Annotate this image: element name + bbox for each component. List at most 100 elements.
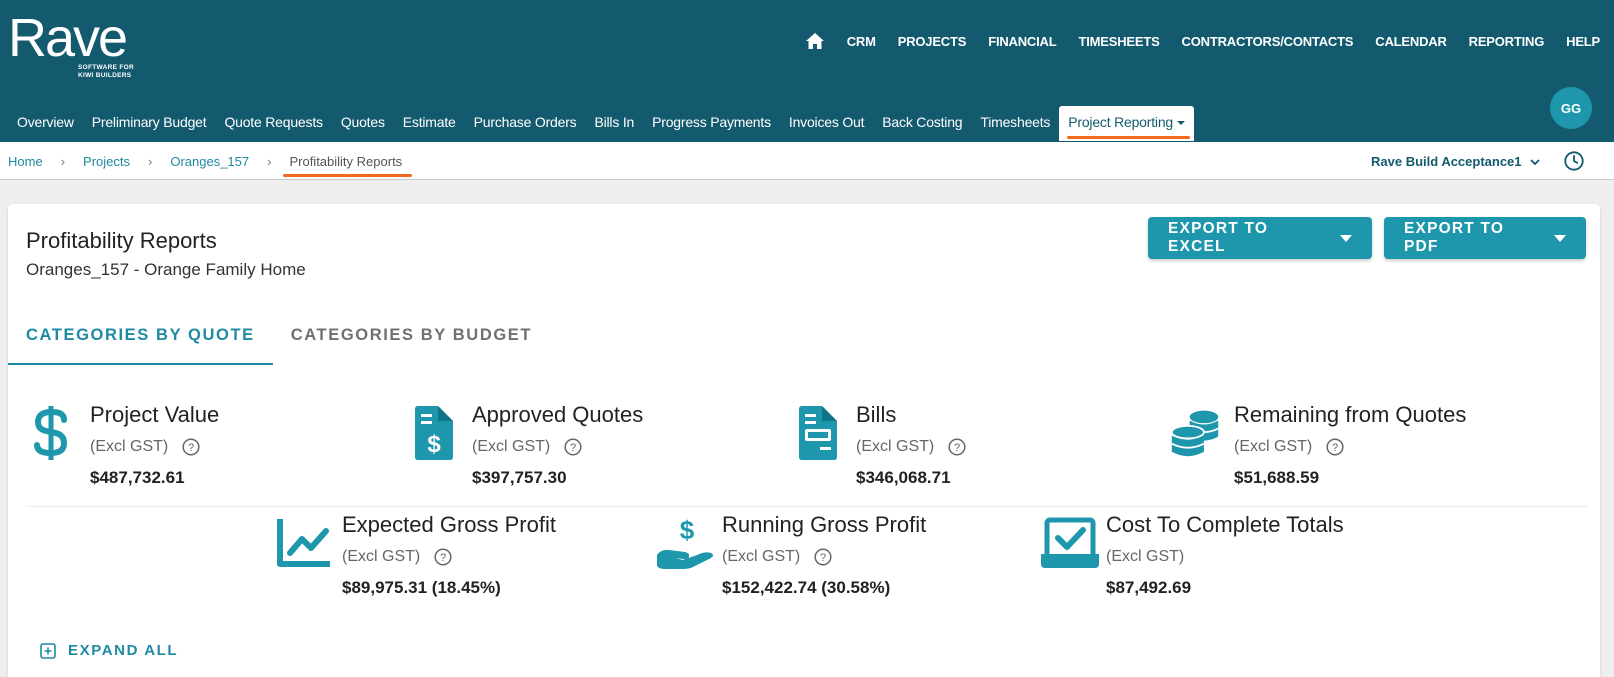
breadcrumb-home[interactable]: Home bbox=[8, 154, 43, 169]
svg-text:?: ? bbox=[570, 442, 576, 454]
tab-estimate[interactable]: Estimate bbox=[394, 106, 465, 141]
tab-project-reporting-label: Project Reporting bbox=[1068, 114, 1173, 130]
kpi-divider bbox=[26, 506, 1588, 507]
tab-timesheets[interactable]: Timesheets bbox=[971, 106, 1059, 141]
breadcrumb-projects[interactable]: Projects bbox=[83, 154, 130, 169]
kpi-title: Remaining from Quotes bbox=[1234, 402, 1467, 427]
breadcrumb: Home › Projects › Oranges_157 › Profitab… bbox=[8, 154, 412, 177]
company-selector[interactable]: Rave Build Acceptance1 bbox=[1371, 154, 1540, 169]
help-circle-icon[interactable]: ? bbox=[814, 548, 832, 566]
nav-timesheets[interactable]: TIMESHEETS bbox=[1078, 34, 1159, 49]
svg-text:?: ? bbox=[1332, 442, 1338, 454]
expand-all-button[interactable]: EXPAND ALL bbox=[40, 642, 178, 659]
nav-reporting[interactable]: REPORTING bbox=[1469, 34, 1545, 49]
logo-wordmark: Rave bbox=[8, 8, 128, 68]
nav-calendar[interactable]: CALENDAR bbox=[1375, 34, 1447, 49]
bill-document-icon bbox=[799, 406, 837, 460]
report-card: Profitability Reports Oranges_157 - Oran… bbox=[8, 204, 1600, 677]
kpi-project-value: Project Value (Excl GST) ? $487,732.61 bbox=[26, 402, 219, 488]
tab-overview[interactable]: Overview bbox=[8, 106, 83, 141]
kpi-subtitle: (Excl GST) bbox=[1234, 438, 1313, 455]
svg-text:$: $ bbox=[427, 431, 441, 458]
kpi-subtitle: (Excl GST) bbox=[1106, 548, 1185, 565]
kpi-value: $89,975.31 (18.45%) bbox=[342, 578, 501, 597]
clock-icon[interactable] bbox=[1563, 150, 1585, 172]
nav-contractors-contacts[interactable]: CONTRACTORS/CONTACTS bbox=[1182, 34, 1354, 49]
help-circle-icon[interactable]: ? bbox=[182, 438, 200, 456]
help-circle-icon[interactable]: ? bbox=[948, 438, 966, 456]
tab-invoices-out[interactable]: Invoices Out bbox=[780, 106, 873, 141]
export-pdf-button[interactable]: EXPORT TO PDF bbox=[1384, 217, 1586, 259]
tab-bills-in[interactable]: Bills In bbox=[585, 106, 643, 141]
nav-projects[interactable]: PROJECTS bbox=[898, 34, 967, 49]
plus-square-icon bbox=[40, 642, 56, 659]
tab-project-reporting[interactable]: Project Reporting bbox=[1059, 106, 1194, 141]
kpi-value: $87,492.69 bbox=[1106, 578, 1192, 597]
tab-categories-by-quote[interactable]: CATEGORIES BY QUOTE bbox=[8, 314, 273, 365]
kpi-title: Running Gross Profit bbox=[722, 512, 927, 537]
line-chart-icon bbox=[277, 519, 330, 567]
kpi-subtitle: (Excl GST) bbox=[856, 438, 935, 455]
nav-crm[interactable]: CRM bbox=[847, 34, 876, 49]
caret-down-icon bbox=[1554, 234, 1566, 242]
nav-financial[interactable]: FINANCIAL bbox=[988, 34, 1056, 49]
chevron-right-icon: › bbox=[267, 154, 272, 169]
home-icon[interactable] bbox=[805, 32, 825, 50]
kpi-value: $51,688.59 bbox=[1234, 468, 1320, 487]
kpi-title: Approved Quotes bbox=[472, 402, 644, 427]
svg-text:?: ? bbox=[820, 552, 826, 564]
kpi-remaining-from-quotes: Remaining from Quotes (Excl GST) ? $51,6… bbox=[1170, 402, 1466, 488]
chevron-right-icon: › bbox=[60, 154, 66, 169]
kpi-value: $487,732.61 bbox=[90, 468, 185, 487]
tab-preliminary-budget[interactable]: Preliminary Budget bbox=[83, 106, 216, 141]
kpi-value: $152,422.74 (30.58%) bbox=[722, 578, 891, 597]
report-tabs: CATEGORIES BY QUOTE CATEGORIES BY BUDGET bbox=[8, 314, 550, 365]
kpi-approved-quotes: $ Approved Quotes (Excl GST) ? $397,757.… bbox=[408, 402, 643, 488]
kpi-subtitle: (Excl GST) bbox=[342, 548, 421, 565]
export-pdf-label: EXPORT TO PDF bbox=[1404, 220, 1505, 255]
export-excel-button[interactable]: EXPORT TO EXCEL bbox=[1148, 217, 1372, 259]
user-avatar[interactable]: GG bbox=[1550, 87, 1592, 129]
tab-back-costing[interactable]: Back Costing bbox=[873, 106, 971, 141]
hand-dollar-icon: $ bbox=[657, 515, 713, 569]
chevron-down-icon bbox=[1529, 158, 1540, 165]
coins-icon bbox=[1170, 410, 1219, 457]
main-nav: CRM PROJECTS FINANCIAL TIMESHEETS CONTRA… bbox=[805, 32, 1600, 50]
invoice-dollar-icon: $ bbox=[415, 406, 453, 460]
checkbox-tray-icon bbox=[1041, 517, 1099, 568]
project-subtitle: Oranges_157 - Orange Family Home bbox=[26, 260, 306, 279]
kpi-bills: Bills (Excl GST) ? $346,068.71 bbox=[792, 402, 966, 488]
kpi-subtitle: (Excl GST) bbox=[722, 548, 801, 565]
tab-quote-requests[interactable]: Quote Requests bbox=[215, 106, 331, 141]
kpi-title: Cost To Complete Totals bbox=[1106, 512, 1344, 537]
tab-progress-payments[interactable]: Progress Payments bbox=[643, 106, 780, 141]
project-subnav: Overview Preliminary Budget Quote Reques… bbox=[8, 106, 1194, 141]
breadcrumb-project[interactable]: Oranges_157 bbox=[170, 154, 249, 169]
help-circle-icon[interactable]: ? bbox=[434, 548, 452, 566]
kpi-title: Expected Gross Profit bbox=[342, 512, 556, 537]
rave-logo[interactable]: Rave SOFTWARE FOR KIWI BUILDERS bbox=[8, 8, 134, 79]
kpi-running-gross-profit: $ Running Gross Profit (Excl GST) ? $152… bbox=[654, 512, 926, 598]
svg-text:$: $ bbox=[680, 515, 695, 545]
svg-text:?: ? bbox=[954, 442, 960, 454]
tab-quotes[interactable]: Quotes bbox=[332, 106, 394, 141]
caret-down-icon bbox=[1340, 234, 1352, 242]
kpi-value: $346,068.71 bbox=[856, 468, 951, 487]
kpi-cost-to-complete-totals: Cost To Complete Totals (Excl GST) $87,4… bbox=[1038, 512, 1344, 598]
kpi-value: $397,757.30 bbox=[472, 468, 567, 487]
tab-categories-by-budget[interactable]: CATEGORIES BY BUDGET bbox=[273, 314, 550, 365]
svg-text:?: ? bbox=[440, 552, 446, 564]
kpi-title: Project Value bbox=[90, 402, 220, 427]
export-excel-label: EXPORT TO EXCEL bbox=[1168, 220, 1269, 255]
chevron-right-icon: › bbox=[148, 154, 153, 169]
dollar-icon bbox=[34, 406, 68, 460]
expand-all-label: EXPAND ALL bbox=[68, 642, 179, 659]
logo-tagline: SOFTWARE FOR KIWI BUILDERS bbox=[78, 64, 134, 79]
nav-help[interactable]: HELP bbox=[1566, 34, 1600, 49]
help-circle-icon[interactable]: ? bbox=[1326, 438, 1344, 456]
breadcrumb-bar: Home › Projects › Oranges_157 › Profitab… bbox=[0, 142, 1614, 180]
help-circle-icon[interactable]: ? bbox=[564, 438, 582, 456]
tab-purchase-orders[interactable]: Purchase Orders bbox=[465, 106, 586, 141]
caret-down-icon bbox=[1177, 121, 1185, 126]
svg-text:?: ? bbox=[188, 442, 194, 454]
